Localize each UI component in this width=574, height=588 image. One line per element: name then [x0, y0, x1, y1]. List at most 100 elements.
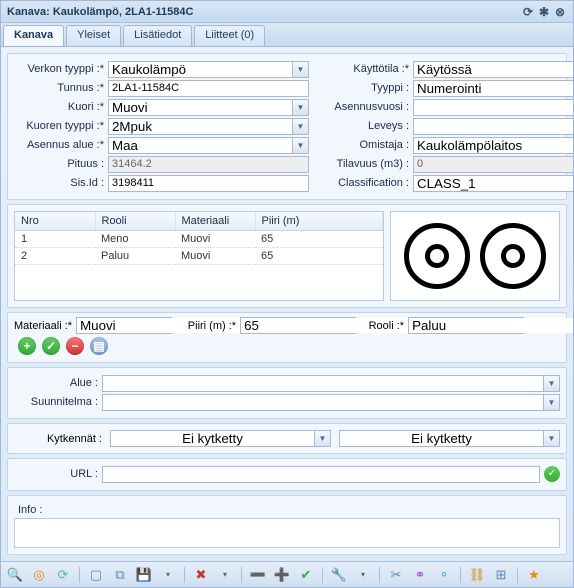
dropdown-icon[interactable]: ▾ [217, 567, 233, 583]
pipe-diagram [390, 211, 560, 301]
combo-kuori[interactable]: ▼ [108, 99, 309, 116]
delete-icon[interactable]: ✖ [193, 567, 209, 583]
col-piiri[interactable]: Piiri (m) [255, 212, 383, 230]
zoom-icon[interactable]: 🔍 [7, 567, 23, 583]
label-materiaali: Materiaali :* [14, 320, 76, 332]
label-alue: Alue : [14, 377, 102, 389]
chevron-down-icon[interactable]: ▼ [543, 395, 559, 410]
label-rooli: Rooli :* [364, 320, 408, 332]
input-url[interactable] [102, 466, 540, 483]
dropdown-icon[interactable]: ▾ [160, 567, 176, 583]
dropdown-icon[interactable]: ▾ [355, 567, 371, 583]
minus-icon[interactable]: ➖ [250, 567, 266, 583]
col-rooli[interactable]: Rooli [95, 212, 175, 230]
label-tilavuus: Tilavuus (m3) : [319, 158, 413, 170]
label-url: URL : [14, 468, 102, 480]
tab-kanava[interactable]: Kanava [3, 25, 64, 46]
label-info: Info : [14, 502, 560, 518]
url-go-button[interactable]: ✓ [544, 466, 560, 482]
pipe-table[interactable]: Nro Rooli Materiaali Piiri (m) 1 Meno Mu… [14, 211, 384, 301]
tab-lisatiedot[interactable]: Lisätiedot [123, 25, 192, 46]
combo-alue[interactable]: ▼ [102, 375, 560, 392]
col-materiaali[interactable]: Materiaali [175, 212, 255, 230]
combo-asennus-alue[interactable]: ▼ [108, 137, 309, 154]
label-suunnitelma: Suunnitelma : [14, 396, 102, 408]
delete-button[interactable]: − [66, 337, 84, 355]
window-title: Kanava: Kaukolämpö, 2LA1-11584C [7, 6, 193, 18]
pipe-circle-icon [404, 223, 470, 289]
label-piiri: Piiri (m) :* [180, 320, 240, 332]
copy-icon[interactable]: ⧉ [112, 567, 128, 583]
label-verkon-tyyppi: Verkon tyyppi :* [14, 63, 108, 75]
check-icon[interactable]: ✔ [298, 567, 314, 583]
combo-materiaali[interactable]: ▼ [76, 317, 172, 334]
label-kayttotila: Käyttötila :* [319, 63, 413, 75]
input-pituus [108, 156, 309, 173]
chevron-down-icon[interactable]: ▼ [543, 431, 559, 446]
chevron-down-icon[interactable]: ▼ [292, 62, 308, 77]
label-asennusvuosi: Asennusvuosi : [319, 101, 413, 113]
info-textarea[interactable] [14, 518, 560, 548]
target-icon[interactable]: ◎ [31, 567, 47, 583]
combo-kytkennat-right[interactable]: ▼ [339, 430, 560, 447]
tab-liitteet[interactable]: Liitteet (0) [194, 25, 265, 46]
star-icon[interactable]: ★ [526, 567, 542, 583]
input-leveys[interactable] [413, 118, 573, 135]
label-pituus: Pituus : [14, 158, 108, 170]
combo-kytkennat-left[interactable]: ▼ [110, 430, 331, 447]
input-sisid[interactable] [108, 175, 309, 192]
pipe-table-panel: Nro Rooli Materiaali Piiri (m) 1 Meno Mu… [7, 204, 567, 308]
kytkennat-panel: Kytkennät : ▼ ▼ [7, 423, 567, 454]
chevron-down-icon[interactable]: ▼ [292, 100, 308, 115]
combo-kuoren-tyyppi[interactable]: ▼ [108, 118, 309, 135]
form-button[interactable]: ▤ [90, 337, 108, 355]
chevron-down-icon[interactable]: ▼ [543, 376, 559, 391]
link-icon[interactable]: ⛓ [469, 567, 485, 583]
wrench-icon[interactable]: 🔧 [331, 567, 347, 583]
combo-piiri[interactable]: ▼ [240, 317, 356, 334]
table-row[interactable]: 1 Meno Muovi 65 [15, 230, 383, 247]
col-nro[interactable]: Nro [15, 212, 95, 230]
combo-rooli[interactable]: ▼ [408, 317, 524, 334]
label-kytkennat: Kytkennät : [14, 433, 102, 445]
combo-verkon-tyyppi[interactable]: ▼ [108, 61, 309, 78]
combo-kayttotila[interactable]: ▼ [413, 61, 573, 78]
add-button[interactable]: + [18, 337, 36, 355]
chevron-down-icon[interactable]: ▼ [292, 119, 308, 134]
split-icon[interactable]: ✂ [388, 567, 404, 583]
new-icon[interactable]: ▢ [88, 567, 104, 583]
chevron-down-icon[interactable]: ▼ [292, 138, 308, 153]
info-panel: Info : [7, 495, 567, 555]
subform-panel: Materiaali :*▼ Piiri (m) :*▼ Rooli :*▼ +… [7, 312, 567, 363]
combo-omistaja[interactable]: ▼ [413, 137, 573, 154]
alue-panel: Alue : ▼ Suunnitelma : ▼ [7, 367, 567, 419]
bottom-toolbar: 🔍 ◎ ⟳ ▢ ⧉ 💾 ▾ ✖ ▾ ➖ ➕ ✔ 🔧 ▾ ✂ ⚭ ⚬ ⛓ ⊞ ★ [1, 561, 573, 587]
table-row[interactable]: 2 Paluu Muovi 65 [15, 247, 383, 264]
tree-icon[interactable]: ⊞ [493, 567, 509, 583]
combo-classification[interactable]: ▼ [413, 175, 573, 192]
input-tunnus[interactable] [108, 80, 309, 97]
label-kuoren-tyyppi: Kuoren tyyppi :* [14, 120, 108, 132]
plus-icon[interactable]: ➕ [274, 567, 290, 583]
label-tyyppi: Tyyppi : [319, 82, 413, 94]
refresh-icon[interactable]: ⟳ [521, 5, 535, 19]
save-icon[interactable]: 💾 [136, 567, 152, 583]
label-asennus-alue: Asennus alue :* [14, 139, 108, 151]
chevron-down-icon[interactable]: ▼ [314, 431, 330, 446]
label-leveys: Leveys : [319, 120, 413, 132]
tabs: Kanava Yleiset Lisätiedot Liitteet (0) [1, 23, 573, 47]
merge-icon[interactable]: ⚭ [412, 567, 428, 583]
titlebar: Kanava: Kaukolämpö, 2LA1-11584C ⟳ ✱ ⊗ [1, 1, 573, 23]
close-icon[interactable]: ⊗ [553, 5, 567, 19]
pin-icon[interactable]: ✱ [537, 5, 551, 19]
refresh-icon[interactable]: ⟳ [55, 567, 71, 583]
label-kuori: Kuori :* [14, 101, 108, 113]
apply-button[interactable]: ✓ [42, 337, 60, 355]
main-fields: Verkon tyyppi :* ▼ Tunnus :* Kuori :* ▼ Ku… [7, 53, 567, 200]
tab-yleiset[interactable]: Yleiset [66, 25, 121, 46]
join-icon[interactable]: ⚬ [436, 567, 452, 583]
combo-tyyppi[interactable]: ▼ [413, 80, 573, 97]
combo-suunnitelma[interactable]: ▼ [102, 394, 560, 411]
label-tunnus: Tunnus :* [14, 82, 108, 94]
input-asennusvuosi[interactable] [413, 99, 573, 116]
